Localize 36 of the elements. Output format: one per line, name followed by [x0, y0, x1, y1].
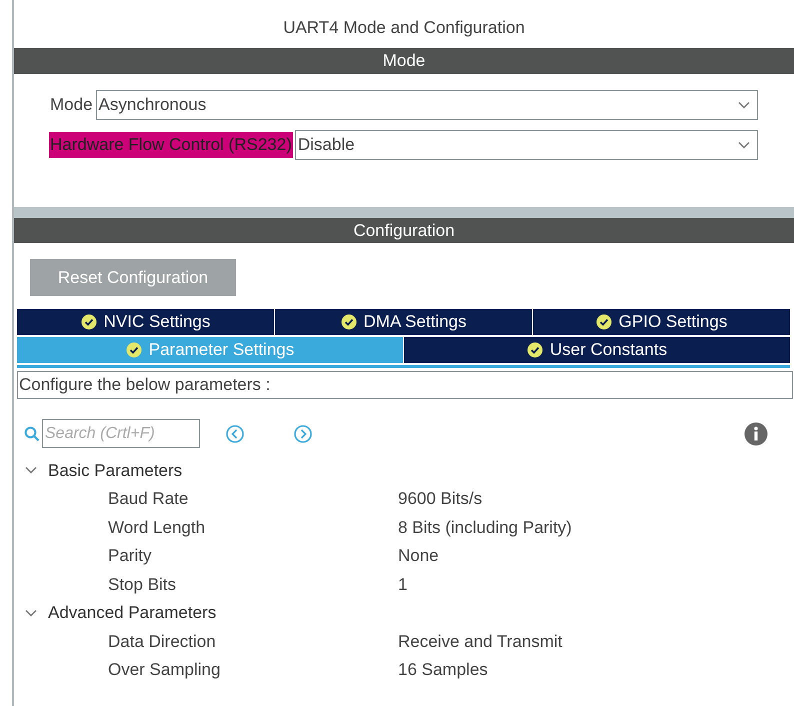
- search-field[interactable]: Search (Crtl+F): [42, 419, 200, 448]
- parameter-value[interactable]: 9600 Bits/s: [398, 486, 482, 512]
- description-field: Configure the below parameters :: [17, 371, 793, 399]
- section-header: Mode: [14, 48, 794, 74]
- section-header: Configuration: [14, 218, 794, 243]
- check-circle-icon: [596, 314, 612, 330]
- field-label: Mode: [49, 94, 94, 116]
- check-circle-icon: [80, 314, 97, 330]
- dropdown[interactable]: Disable: [294, 130, 758, 160]
- parameter-name: Baud Rate: [108, 488, 190, 510]
- parameter-value[interactable]: 1: [398, 572, 408, 597]
- dropdown[interactable]: Asynchronous: [96, 90, 758, 120]
- field-label: Hardware Flow Control (RS232): [49, 132, 293, 158]
- parameter-value[interactable]: 16 Samples: [398, 657, 488, 682]
- parameter-name: Stop Bits: [108, 574, 178, 596]
- tab[interactable]: User Constants: [404, 337, 790, 363]
- parameter-name: Parity: [108, 545, 152, 567]
- info-icon[interactable]: [744, 422, 768, 446]
- parameter-name: Data Direction: [108, 630, 217, 652]
- group-label: Advanced Parameters: [48, 602, 216, 624]
- parameter-name: Word Length: [108, 516, 206, 538]
- tab[interactable]: GPIO Settings: [533, 309, 790, 335]
- parameter-value[interactable]: Receive and Transmit: [398, 628, 562, 654]
- group-label: Basic Parameters: [48, 460, 182, 482]
- check-circle-icon: [340, 314, 356, 330]
- parameter-value[interactable]: None: [398, 543, 439, 568]
- tab[interactable]: NVIC Settings: [17, 309, 274, 335]
- parameter-value[interactable]: 8 Bits (including Parity): [398, 514, 572, 540]
- tab[interactable]: DMA Settings: [275, 309, 532, 335]
- parameter-name: Over Sampling: [108, 659, 222, 681]
- panel-title: UART4 Mode and Configuration: [283, 17, 525, 40]
- previous-icon[interactable]: [225, 424, 245, 444]
- search-icon: [24, 426, 40, 442]
- next-icon[interactable]: [293, 424, 313, 444]
- check-circle-icon: [126, 342, 142, 358]
- check-circle-icon: [526, 342, 543, 358]
